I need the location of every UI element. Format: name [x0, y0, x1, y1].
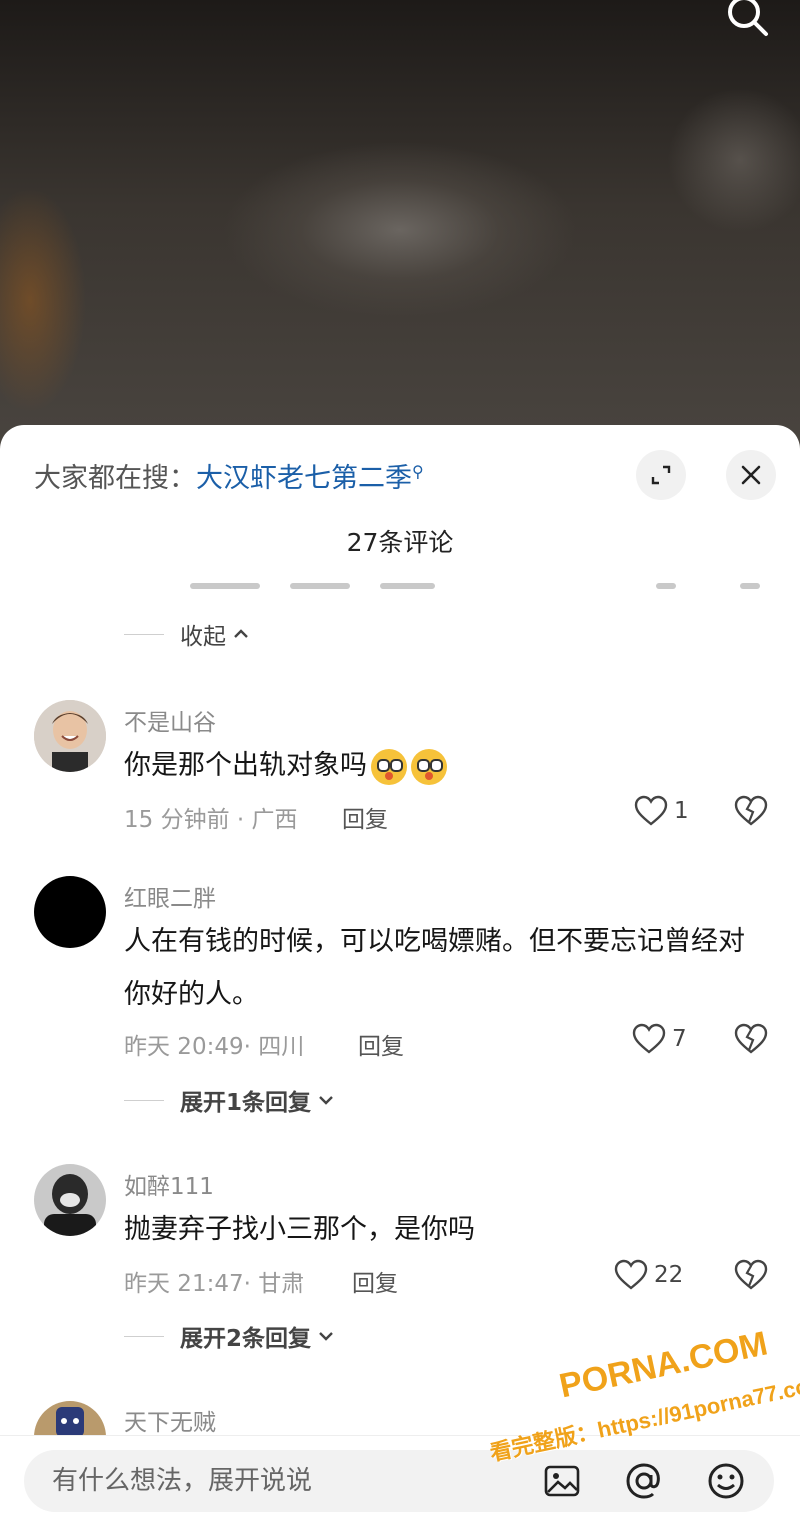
mention-icon[interactable]	[622, 1459, 666, 1503]
avatar[interactable]	[34, 700, 106, 772]
chevron-down-icon	[319, 1096, 333, 1105]
close-icon	[741, 465, 761, 485]
trending-label: 大家都在搜：	[34, 463, 196, 494]
comment-meta: 昨天 21:47· 甘肃	[124, 1271, 305, 1297]
astonished-face-icon	[371, 748, 407, 785]
expand-replies-button[interactable]: 展开1条回复	[124, 1083, 335, 1117]
dislike-button[interactable]	[734, 1259, 768, 1295]
comment-meta: 昨天 20:49· 四川	[124, 1034, 305, 1060]
scrolled-off-comment-remnant	[0, 575, 800, 595]
avatar[interactable]	[34, 1164, 106, 1236]
expand-replies-button[interactable]: 展开2条回复	[124, 1319, 335, 1353]
comments-sheet: 大家都在搜：大汉虾老七第二季⚲ 27条评论 收起 不是山谷 你是那个出轨对象吗 …	[0, 425, 800, 1519]
broken-heart-icon	[734, 795, 768, 826]
comments-count: 27条评论	[346, 528, 454, 557]
emoji-icon[interactable]	[704, 1459, 748, 1503]
comment-location: 四川	[258, 1034, 305, 1060]
username[interactable]: 天下无贼	[124, 1403, 216, 1437]
username[interactable]: 红眼二胖	[124, 879, 216, 913]
username[interactable]: 如醉111	[124, 1167, 214, 1201]
dislike-button[interactable]	[734, 795, 768, 831]
search-icon[interactable]	[724, 0, 772, 40]
like-button[interactable]: 22	[614, 1259, 683, 1291]
small-search-icon: ⚲	[412, 462, 424, 481]
sheet-header: 大家都在搜：大汉虾老七第二季⚲ 27条评论	[0, 425, 800, 605]
comment-time: 15 分钟前	[124, 807, 230, 833]
heart-icon	[632, 1023, 666, 1054]
comment-input-container[interactable]	[24, 1450, 774, 1512]
comment-text: 人在有钱的时候，可以吃喝嫖赌。但不要忘记曾经对你好的人。	[124, 926, 745, 1010]
comment-time: 昨天 20:49	[124, 1034, 244, 1060]
divider-dash	[124, 1099, 164, 1101]
like-button[interactable]: 7	[632, 1023, 687, 1055]
divider-dash	[124, 1335, 164, 1337]
like-button[interactable]: 1	[634, 795, 689, 827]
expand-icon	[651, 465, 671, 485]
close-button[interactable]	[726, 450, 776, 500]
comment-time: 昨天 21:47	[124, 1271, 244, 1297]
chevron-down-icon	[319, 1332, 333, 1341]
reply-button[interactable]: 回复	[342, 800, 388, 834]
dislike-button[interactable]	[734, 1023, 768, 1059]
expand-label: 展开1条回复	[180, 1090, 312, 1116]
collapse-replies-button[interactable]: 收起	[124, 617, 250, 651]
divider-dash	[124, 633, 164, 635]
comment-text: 你是那个出轨对象吗	[124, 739, 764, 792]
trending-search[interactable]: 大家都在搜：大汉虾老七第二季⚲	[34, 456, 424, 495]
comment-text-content: 你是那个出轨对象吗	[124, 750, 367, 781]
avatar[interactable]	[34, 876, 106, 948]
username[interactable]: 不是山谷	[124, 703, 216, 737]
broken-heart-icon	[734, 1259, 768, 1290]
comment-location: 广西	[251, 807, 298, 833]
comment-input-bar	[0, 1435, 800, 1519]
like-count: 1	[674, 798, 689, 824]
image-icon[interactable]	[540, 1459, 584, 1503]
heart-icon	[614, 1259, 648, 1290]
like-count: 22	[654, 1262, 684, 1288]
reply-button[interactable]: 回复	[358, 1027, 404, 1061]
broken-heart-icon	[734, 1023, 768, 1054]
like-count: 7	[672, 1026, 687, 1052]
expand-label: 展开2条回复	[180, 1326, 312, 1352]
reply-button[interactable]: 回复	[352, 1264, 398, 1298]
expand-sheet-button[interactable]	[636, 450, 686, 500]
collapse-label: 收起	[180, 624, 226, 650]
comment-meta: 15 分钟前 · 广西	[124, 807, 298, 833]
video-background	[0, 0, 800, 460]
trending-term[interactable]: 大汉虾老七第二季	[196, 463, 412, 494]
heart-icon	[634, 795, 668, 826]
comment-text: 抛妻弃子找小三那个，是你吗	[124, 1214, 475, 1245]
comment-location: 甘肃	[258, 1271, 305, 1297]
comment-input[interactable]	[50, 1460, 514, 1502]
astonished-face-icon	[411, 748, 447, 785]
chevron-up-icon	[234, 629, 248, 638]
